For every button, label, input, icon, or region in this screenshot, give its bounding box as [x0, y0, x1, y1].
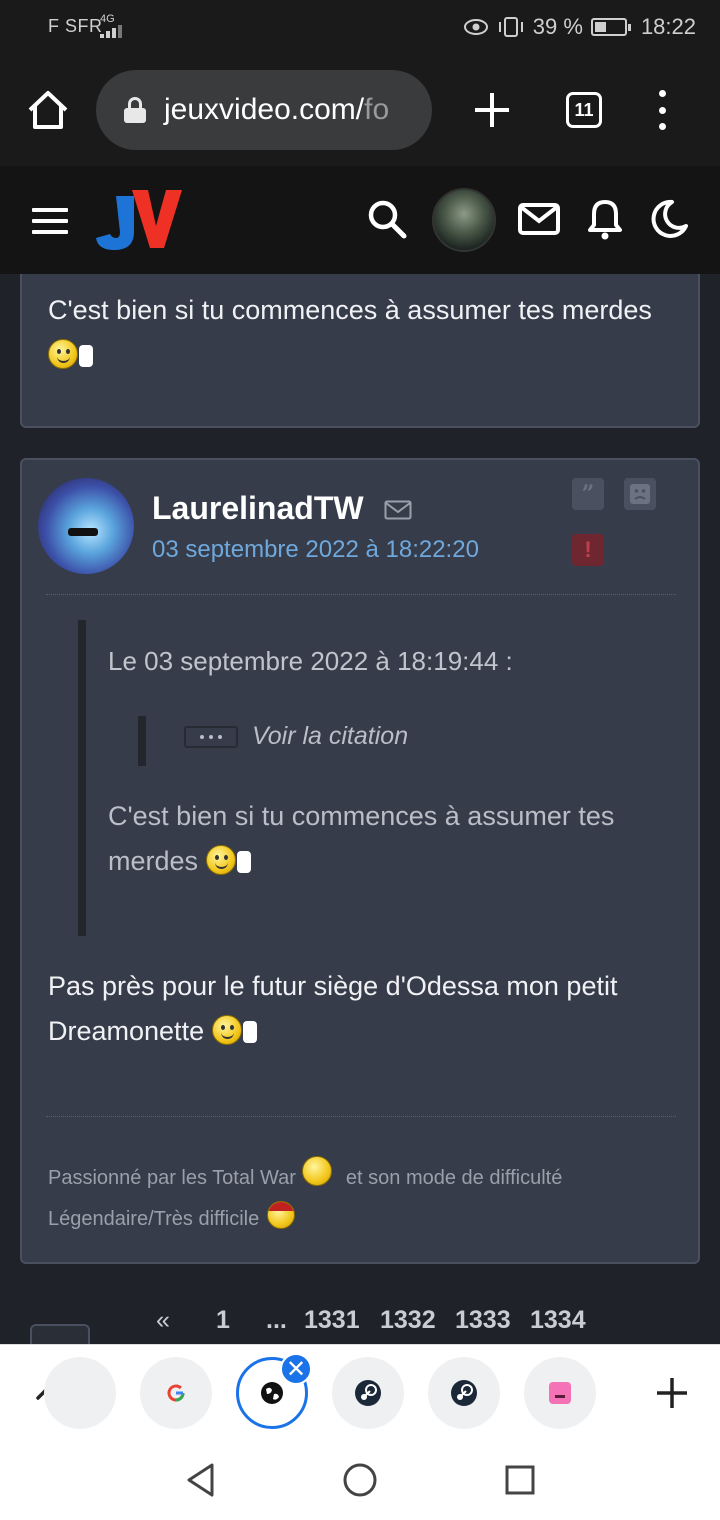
steam-icon — [451, 1380, 477, 1406]
smiley-icon — [205, 845, 236, 875]
network-indicator: 4G — [100, 13, 122, 38]
signature: Passionné par les Total War et son mode d… — [48, 1156, 668, 1240]
signal-icon — [100, 25, 122, 38]
sad-face-icon — [630, 484, 650, 504]
clock: 18:22 — [640, 14, 696, 39]
page-ellipsis: ... — [266, 1306, 287, 1334]
expand-quote-button[interactable] — [184, 726, 238, 748]
url-fade: fo — [364, 93, 390, 126]
alert-button[interactable]: ! — [572, 534, 604, 566]
url-bar[interactable]: jeuxvideo.com/fo — [96, 70, 432, 150]
message-author-icon[interactable] — [384, 500, 412, 520]
thumbs-up-icon — [236, 851, 251, 873]
smiley-icon — [48, 339, 78, 369]
url-main: jeuxvideo.com/ — [164, 93, 365, 126]
google-icon — [167, 1384, 185, 1402]
status-right: 39 % 18:22 — [463, 14, 696, 40]
tab-strip: ✕ — [0, 1344, 720, 1440]
jv-logo[interactable] — [94, 188, 184, 254]
battery-level — [594, 22, 606, 32]
page-link[interactable]: 1332 — [380, 1306, 436, 1335]
previous-post-body: C'est bien si tu commences à assumer tes… — [48, 295, 652, 325]
previous-post-text: C'est bien si tu commences à assumer tes… — [48, 288, 668, 378]
thumbs-up-icon — [79, 345, 93, 367]
smiley-icon — [211, 1015, 242, 1045]
author-name[interactable]: LaurelinadTW — [152, 490, 364, 527]
home-circle-icon[interactable] — [342, 1462, 378, 1498]
love-smiley-icon — [301, 1156, 332, 1186]
quote-text: C'est bien si tu commences à assumer tes… — [108, 794, 648, 884]
bell-icon[interactable] — [584, 198, 626, 240]
new-tab-icon[interactable] — [470, 88, 514, 132]
app-icon — [549, 1382, 571, 1404]
header-divider — [46, 594, 676, 595]
tab-steam-1[interactable] — [332, 1357, 404, 1429]
lock-icon — [124, 97, 146, 123]
nested-quote-bar — [138, 716, 146, 766]
battery-icon — [590, 18, 631, 36]
page-link[interactable]: 1331 — [304, 1306, 360, 1335]
thumbs-up-icon — [242, 1021, 257, 1043]
tab-partial[interactable] — [44, 1357, 116, 1429]
mail-icon[interactable] — [518, 198, 560, 240]
recents-icon[interactable] — [504, 1464, 536, 1496]
prev-page-link[interactable]: « — [156, 1306, 170, 1335]
user-avatar[interactable] — [432, 188, 496, 252]
author-avatar[interactable] — [38, 478, 134, 574]
battery-percent: 39 % — [532, 14, 583, 39]
home-icon[interactable] — [26, 88, 70, 132]
tab-switcher-button[interactable]: 11 — [566, 92, 602, 128]
site-header — [0, 166, 720, 274]
signature-text-1: Passionné par les Total War — [48, 1167, 296, 1189]
system-nav-bar — [0, 1440, 720, 1520]
post-card: LaurelinadTW 03 septembre 2022 à 18:22:2… — [20, 458, 700, 1264]
forum-content: C'est bien si tu commences à assumer tes… — [0, 274, 720, 1344]
quote-button[interactable]: ” — [572, 478, 604, 510]
steam-icon — [355, 1380, 381, 1406]
quote-header: Le 03 septembre 2022 à 18:19:44 : — [108, 646, 513, 676]
post-body: Pas près pour le futur siège d'Odessa mo… — [48, 964, 668, 1054]
voir-citation-link[interactable]: Voir la citation — [252, 722, 408, 751]
carrier-label: F SFR — [48, 16, 103, 36]
tab-steam-2[interactable] — [428, 1357, 500, 1429]
post-date[interactable]: 03 septembre 2022 à 18:22:20 — [152, 536, 479, 564]
tab-google[interactable] — [140, 1357, 212, 1429]
quote-body: C'est bien si tu commences à assumer tes… — [108, 801, 615, 876]
previous-post-card: C'est bien si tu commences à assumer tes… — [20, 274, 700, 428]
page-link-first[interactable]: 1 — [216, 1306, 230, 1335]
tab-pink-app[interactable] — [524, 1357, 596, 1429]
moon-icon[interactable] — [648, 198, 690, 240]
pagination: « 1 ... 1331 1332 1333 1334 — [0, 1306, 720, 1344]
eye-icon — [463, 19, 488, 35]
search-icon[interactable] — [366, 198, 408, 240]
status-bar: F SFR 4G 39 % 18:22 — [0, 0, 720, 56]
signature-divider — [46, 1116, 676, 1117]
menu-icon[interactable] — [32, 208, 68, 234]
add-tab-icon[interactable] — [652, 1373, 692, 1413]
close-tab-icon[interactable]: ✕ — [280, 1353, 312, 1385]
network-type: 4G — [100, 13, 115, 25]
report-sad-button[interactable] — [624, 478, 656, 510]
back-icon[interactable] — [184, 1462, 218, 1498]
url-text: jeuxvideo.com/fo — [164, 93, 389, 127]
vibrate-icon — [498, 17, 523, 37]
page-link[interactable]: 1334 — [530, 1306, 586, 1335]
more-menu-icon[interactable] — [652, 90, 672, 130]
cool-smiley-icon — [267, 1201, 296, 1229]
post-body-text: Pas près pour le futur siège d'Odessa mo… — [48, 971, 618, 1046]
quote-bar — [78, 620, 86, 936]
page-link[interactable]: 1333 — [455, 1306, 511, 1335]
globe-icon — [261, 1382, 283, 1404]
browser-toolbar: jeuxvideo.com/fo 11 — [0, 56, 720, 166]
